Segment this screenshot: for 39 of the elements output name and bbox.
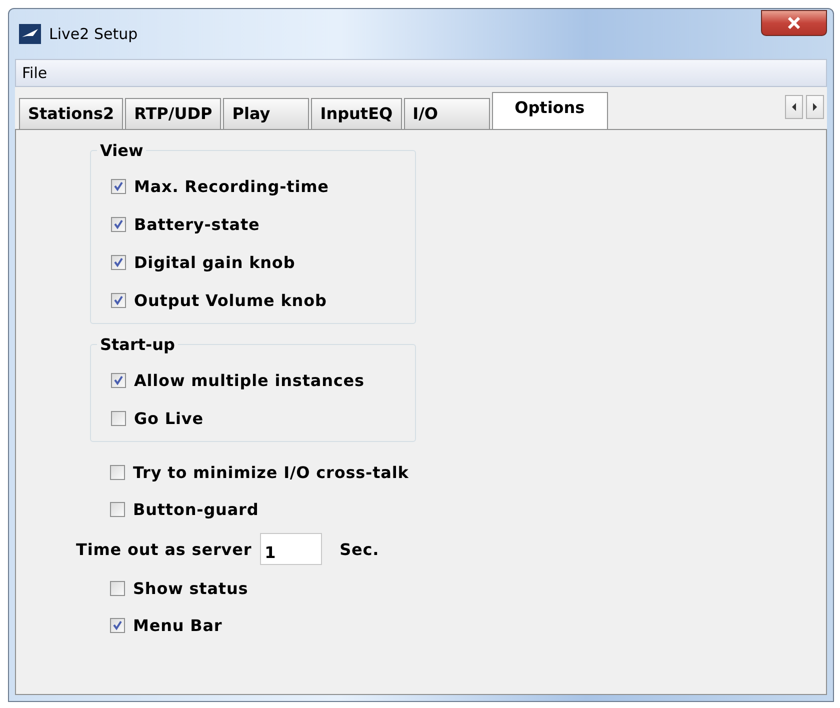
unit-label: Sec. bbox=[340, 540, 380, 558]
tab[interactable]: RTP/UDP bbox=[125, 98, 222, 129]
scroll-right-button[interactable] bbox=[806, 95, 824, 119]
checkbox[interactable] bbox=[110, 502, 125, 517]
checkbox-label: Battery-state bbox=[134, 214, 260, 234]
menu-item[interactable]: File bbox=[22, 64, 48, 82]
checkbox-label: Try to minimize I/O cross-talk bbox=[133, 463, 409, 482]
checkbox-label: Digital gain knob bbox=[134, 252, 296, 272]
tab[interactable]: Stations2 bbox=[19, 98, 124, 129]
tab[interactable]: Play bbox=[223, 98, 310, 129]
checkbox-label: Button-guard bbox=[133, 500, 259, 519]
group-title: Start-up bbox=[97, 335, 178, 354]
scroll-left-button[interactable] bbox=[785, 95, 803, 119]
checkbox-label: Allow multiple instances bbox=[134, 370, 364, 390]
checkbox[interactable] bbox=[111, 410, 126, 426]
plane-icon bbox=[19, 24, 41, 44]
left-arrow-icon bbox=[791, 103, 797, 111]
tab[interactable]: I/O bbox=[404, 98, 490, 129]
checkbox-label: Output Volume knob bbox=[134, 290, 327, 310]
close-button[interactable] bbox=[761, 10, 827, 36]
tab[interactable]: Options bbox=[492, 92, 608, 129]
checkbox[interactable] bbox=[111, 254, 126, 270]
tab[interactable]: InputEQ bbox=[311, 98, 402, 129]
checkbox-label: Max. Recording-time bbox=[134, 176, 329, 196]
close-icon bbox=[787, 17, 801, 29]
checkbox[interactable] bbox=[111, 372, 126, 388]
right-arrow-icon bbox=[812, 103, 818, 111]
checkbox-label: Go Live bbox=[134, 408, 204, 428]
checkbox[interactable] bbox=[111, 178, 126, 194]
field-label: Time out as server bbox=[76, 540, 252, 558]
checkbox[interactable] bbox=[110, 618, 125, 633]
checkbox[interactable] bbox=[110, 581, 125, 596]
checkbox-label: Menu Bar bbox=[133, 616, 222, 635]
checkbox[interactable] bbox=[110, 465, 125, 480]
checkbox[interactable] bbox=[111, 216, 126, 232]
window-title: Live2 Setup bbox=[49, 25, 138, 43]
checkbox-label: Show status bbox=[133, 579, 248, 598]
timeout-field[interactable]: 1 bbox=[260, 533, 322, 565]
checkbox[interactable] bbox=[111, 292, 126, 308]
